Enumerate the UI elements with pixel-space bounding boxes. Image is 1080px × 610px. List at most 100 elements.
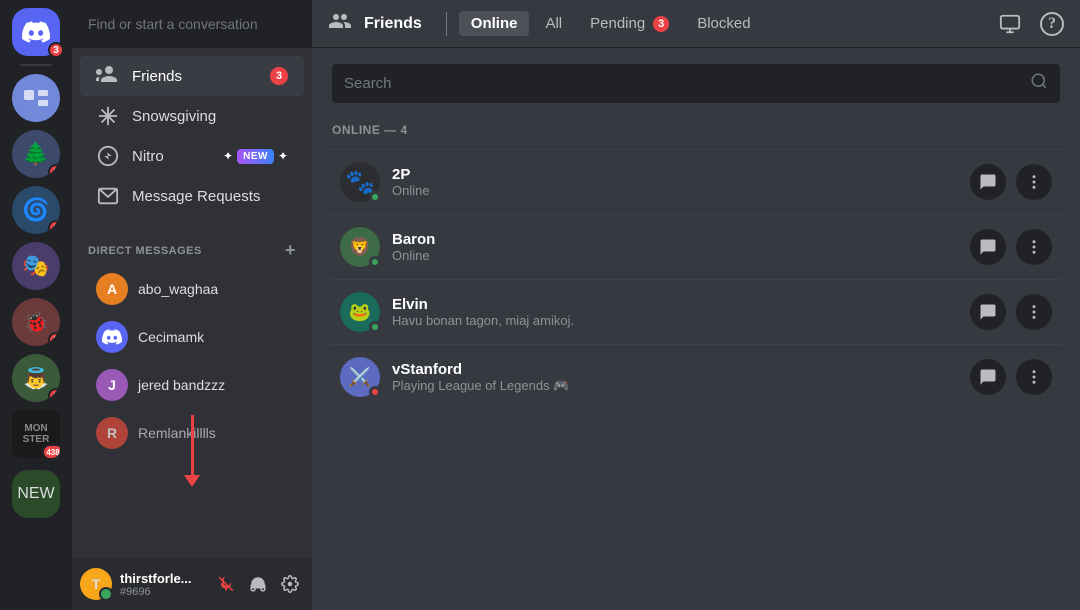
nav-nitro[interactable]: Nitro ✦ NEW ✦ (80, 136, 304, 176)
message-button[interactable] (970, 164, 1006, 200)
search-box[interactable] (332, 64, 1060, 103)
dm-username: Cecimamk (138, 329, 204, 345)
nav-snowsgiving[interactable]: Snowsgiving (80, 96, 304, 136)
friend-avatar: ⚔️ (340, 357, 380, 397)
friend-name: Elvin (392, 296, 970, 313)
tab-blocked[interactable]: Blocked (685, 11, 762, 36)
dm-user-item[interactable]: J jered bandzzz (80, 361, 304, 409)
more-options-button[interactable] (1016, 359, 1052, 395)
user-info: thirstforle... #9696 (120, 571, 204, 598)
status-indicator (369, 191, 381, 203)
server-icon[interactable]: NEW (12, 470, 60, 518)
server-badge: 1 (48, 220, 60, 234)
tab-pending[interactable]: Pending 3 (578, 11, 681, 36)
search-input[interactable] (344, 75, 1030, 92)
tab-all[interactable]: All (533, 11, 574, 36)
dm-sidebar: Find or start a conversation Friends 3 (72, 0, 312, 610)
nav-message-requests[interactable]: Message Requests (80, 176, 304, 216)
friend-name: vStanford (392, 361, 970, 378)
friend-info: 2P Online (392, 166, 970, 198)
server-badge: 1 (48, 164, 60, 178)
dm-avatar: A (96, 273, 128, 305)
nitro-icon (96, 144, 120, 168)
friend-name: Baron (392, 231, 970, 248)
friend-info: Baron Online (392, 231, 970, 263)
server-icon[interactable]: MONSTER 438 (12, 410, 60, 458)
more-options-button[interactable] (1016, 294, 1052, 330)
direct-messages-section: DIRECT MESSAGES + (72, 224, 312, 265)
sparkle-icon: ✦ (223, 149, 233, 163)
friend-status: Online (392, 183, 970, 198)
dm-user-item[interactable]: A abo_waghaa (80, 265, 304, 313)
friends-icon (96, 64, 120, 88)
discord-home-button[interactable]: 3 (12, 8, 60, 56)
server-icon[interactable] (12, 74, 60, 122)
find-conversation-placeholder: Find or start a conversation (88, 16, 258, 32)
nitro-new-badge: ✦ NEW ✦ (223, 149, 288, 164)
message-requests-label: Message Requests (132, 188, 260, 205)
settings-button[interactable] (276, 570, 304, 598)
friend-actions (970, 164, 1052, 200)
friend-status: Online (392, 248, 970, 263)
status-indicator (369, 321, 381, 333)
friend-actions (970, 229, 1052, 265)
status-indicator (369, 256, 381, 268)
mute-button[interactable] (212, 570, 240, 598)
friend-avatar: 🦁 (340, 227, 380, 267)
server-icon[interactable]: 🐞 2 (12, 298, 60, 346)
dm-username: Remlankilllls (138, 425, 216, 441)
user-tag: #9696 (120, 586, 204, 598)
add-dm-button[interactable]: + (285, 240, 296, 261)
friends-header-label: Friends (364, 15, 434, 33)
snowsgiving-label: Snowsgiving (132, 108, 216, 125)
more-options-button[interactable] (1016, 229, 1052, 265)
server-icon[interactable]: 🌀 1 (12, 186, 60, 234)
message-button[interactable] (970, 359, 1006, 395)
friend-status: Havu bonan tagon, miaj amikoj. (392, 313, 970, 328)
find-conversation-bar[interactable]: Find or start a conversation (72, 0, 312, 48)
monitor-icon[interactable] (996, 10, 1024, 38)
friends-label: Friends (132, 68, 182, 85)
friend-actions (970, 359, 1052, 395)
friend-info: Elvin Havu bonan tagon, miaj amikoj. (392, 296, 970, 328)
friend-item[interactable]: 🐸 Elvin Havu bonan tagon, miaj amikoj. (324, 279, 1068, 344)
sparkle-icon: ✦ (278, 149, 288, 163)
message-button[interactable] (970, 229, 1006, 265)
new-label: NEW (237, 149, 274, 164)
online-count: ONLINE — 4 (332, 123, 1060, 137)
server-sidebar: 3 🌲 1 🌀 1 🎭 🐞 2 👼 1 MONSTER 438 NEW (0, 0, 72, 610)
friend-item[interactable]: 🦁 Baron Online (324, 214, 1068, 279)
user-avatar: T (80, 568, 112, 600)
server-icon[interactable]: 👼 1 (12, 354, 60, 402)
server-badge: 2 (48, 332, 60, 346)
friend-item[interactable]: ⚔️ vStanford Playing League of Legends 🎮 (324, 344, 1068, 409)
friends-badge: 3 (270, 67, 288, 85)
message-button[interactable] (970, 294, 1006, 330)
friends-header-icon (328, 9, 352, 39)
friend-item[interactable]: 🐾 2P Online (324, 149, 1068, 214)
friend-name: 2P (392, 166, 970, 183)
nitro-label: Nitro (132, 148, 164, 165)
discord-badge: 3 (48, 42, 64, 58)
server-icon[interactable]: 🌲 1 (12, 130, 60, 178)
headphones-button[interactable] (244, 570, 272, 598)
server-badge: 1 (48, 388, 60, 402)
server-icon[interactable]: 🎭 (12, 242, 60, 290)
dm-username: abo_waghaa (138, 281, 218, 297)
friend-status: Playing League of Legends 🎮 (392, 378, 970, 394)
snowsgiving-icon (96, 104, 120, 128)
help-icon[interactable]: ? (1040, 12, 1064, 36)
dm-avatar: J (96, 369, 128, 401)
nav-friends[interactable]: Friends 3 (80, 56, 304, 96)
main-content: Friends Online All Pending 3 Blocked ? (312, 0, 1080, 610)
main-header: Friends Online All Pending 3 Blocked ? (312, 0, 1080, 48)
dm-avatar (96, 321, 128, 353)
server-badge: 438 (42, 444, 60, 458)
more-options-button[interactable] (1016, 164, 1052, 200)
tab-online[interactable]: Online (459, 11, 530, 36)
dm-user-item[interactable]: Cecimamk (80, 313, 304, 361)
friends-list: 🐾 2P Online (332, 149, 1060, 409)
friend-avatar: 🐾 (340, 162, 380, 202)
pending-badge: 3 (653, 16, 669, 32)
dm-nav: Friends 3 Snowsgiving (72, 48, 312, 224)
